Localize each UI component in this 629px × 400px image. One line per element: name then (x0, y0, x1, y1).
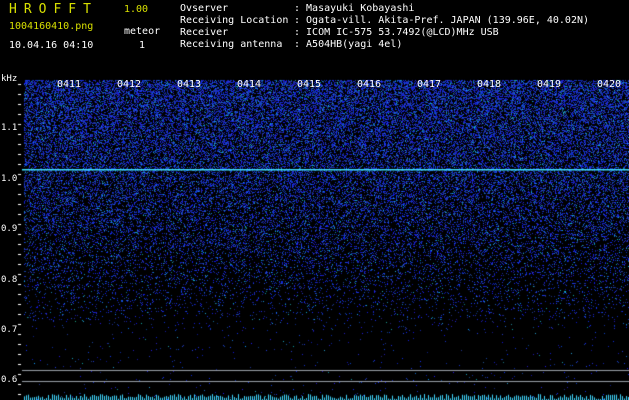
x-tick-label: 0416 (357, 79, 382, 90)
x-tick-label: 0412 (117, 79, 142, 90)
y-tick-label: 1.0 (1, 174, 18, 184)
app-version: 1.00 (124, 4, 149, 15)
x-tick-label: 0414 (237, 79, 262, 90)
info-value: : ICOM IC-575 53.7492(@LCD)MHz USB (294, 27, 499, 38)
y-axis-unit: kHz (1, 74, 18, 84)
y-tick-label: 0.9 (1, 224, 18, 234)
x-tick-label: 0419 (537, 79, 562, 90)
header-panel: HROFFT 1.00 1004160410.png meteor 10.04.… (0, 0, 629, 74)
info-key: Receiving antenna (180, 39, 283, 50)
timestamp: 10.04.16 04:10 (9, 40, 94, 51)
info-key: Receiving Location (180, 15, 289, 26)
y-tick-label: 1.1 (1, 123, 18, 133)
info-location: Receiving Location : Ogata-vill. Akita-Pr… (180, 15, 589, 26)
info-key: Ovserver (180, 3, 229, 14)
x-tick-label: 0417 (417, 79, 442, 90)
y-tick-label: 0.6 (1, 375, 18, 385)
meteor-count: 1 (139, 40, 146, 51)
spectrogram (0, 74, 629, 400)
y-tick-label: 0.8 (1, 275, 18, 285)
info-receiver: Receiver : ICOM IC-575 53.7492(@LCD)MHz U… (180, 27, 499, 38)
file-name: 1004160410.png (9, 21, 94, 32)
app-name: HROFFT (9, 2, 98, 17)
info-observer: Ovserver : Masayuki Kobayashi (180, 3, 414, 14)
info-value: : Masayuki Kobayashi (294, 3, 415, 14)
x-tick-label: 0418 (477, 79, 502, 90)
info-antenna: Receiving antenna : A504HB(yagi 4el) (180, 39, 402, 50)
info-value: : Ogata-vill. Akita-Pref. JAPAN (139.96E… (294, 15, 590, 26)
x-tick-label: 0415 (297, 79, 322, 90)
y-tick-label: 0.7 (1, 325, 18, 335)
meteor-label: meteor (124, 26, 161, 37)
x-tick-label: 0413 (177, 79, 202, 90)
info-key: Receiver (180, 27, 229, 38)
x-tick-label: 0411 (57, 79, 82, 90)
info-value: : A504HB(yagi 4el) (294, 39, 403, 50)
x-tick-label: 0420 (597, 79, 622, 90)
